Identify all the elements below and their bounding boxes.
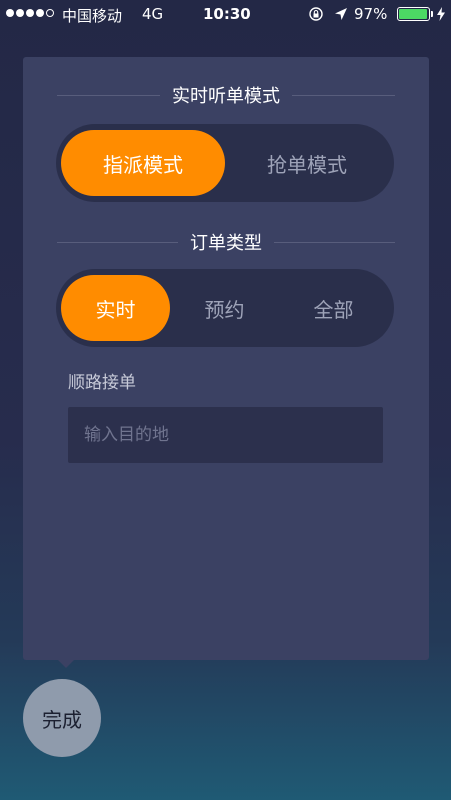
- type-option-realtime[interactable]: 实时: [61, 275, 170, 341]
- mode-option-grab[interactable]: 抢单模式: [225, 130, 389, 196]
- listen-mode-toggle: 指派模式 抢单模式: [56, 124, 394, 202]
- status-bar: 中国移动 4G 10:30 97%: [0, 0, 451, 28]
- listen-mode-title: 实时听单模式: [172, 86, 280, 107]
- battery-percentage: 97%: [354, 5, 388, 23]
- order-settings-panel: 实时听单模式 指派模式 抢单模式 订单类型 实时 预约 全部 顺路接单: [23, 57, 429, 668]
- rotation-lock-icon: [309, 7, 323, 21]
- battery-level: [399, 9, 428, 19]
- charging-bolt-icon: [437, 7, 445, 21]
- battery-tip: [431, 11, 433, 17]
- signal-dot: [6, 9, 14, 17]
- divider: [292, 94, 395, 96]
- type-option-all[interactable]: 全部: [279, 275, 388, 341]
- listen-mode-heading: 实时听单模式: [57, 83, 395, 107]
- network-type: 4G: [142, 5, 164, 23]
- signal-dot: [16, 9, 24, 17]
- signal-strength-icon: [6, 9, 54, 17]
- location-arrow-icon: [335, 8, 347, 20]
- signal-dot: [36, 9, 44, 17]
- clock: 10:30: [203, 5, 251, 23]
- carrier-name: 中国移动: [62, 7, 123, 25]
- divider: [274, 241, 395, 243]
- divider: [57, 94, 160, 96]
- signal-dot: [46, 9, 54, 17]
- battery-icon: [397, 7, 430, 21]
- type-option-reservation[interactable]: 预约: [170, 275, 279, 341]
- order-type-toggle: 实时 预约 全部: [56, 269, 394, 347]
- order-type-heading: 订单类型: [57, 230, 395, 254]
- route-order-label: 顺路接单: [68, 373, 136, 393]
- destination-input[interactable]: [68, 407, 383, 463]
- mode-option-assign[interactable]: 指派模式: [61, 130, 225, 196]
- divider: [57, 241, 178, 243]
- order-type-title: 订单类型: [190, 233, 262, 254]
- signal-dot: [26, 9, 34, 17]
- done-button[interactable]: 完成: [23, 679, 101, 757]
